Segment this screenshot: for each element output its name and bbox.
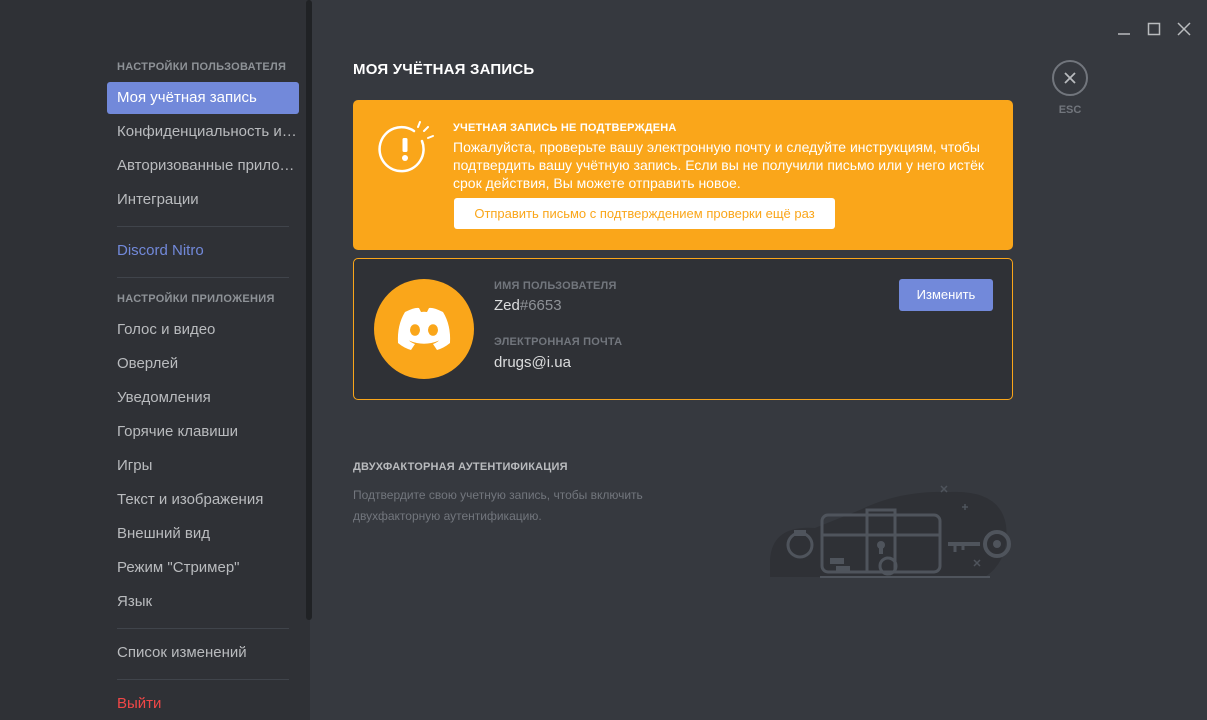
username-value: Zed#6653 xyxy=(494,297,562,314)
user-settings-header: НАСТРОЙКИ ПОЛЬЗОВАТЕЛЯ xyxy=(117,61,287,73)
avatar[interactable] xyxy=(374,279,474,379)
sidebar-item-changelog[interactable]: Список изменений xyxy=(107,637,299,669)
sidebar-item-keybinds[interactable]: Горячие клавиши xyxy=(107,416,299,448)
email-value: drugs@i.ua xyxy=(494,354,571,371)
sidebar-item-my-account[interactable]: Моя учётная запись xyxy=(107,82,299,114)
verification-warning: УЧЕТНАЯ ЗАПИСЬ НЕ ПОДТВЕРЖДЕНА Пожалуйст… xyxy=(353,100,1013,250)
close-icon xyxy=(1064,72,1076,84)
email-label: ЭЛЕКТРОННАЯ ПОЧТА xyxy=(494,336,623,348)
sidebar-item-overlay[interactable]: Оверлей xyxy=(107,348,299,380)
esc-label: ESC xyxy=(1058,104,1082,116)
treasure-chest-illustration xyxy=(770,485,1011,578)
page-title: МОЯ УЧЁТНАЯ ЗАПИСЬ xyxy=(353,61,535,78)
warning-text: Пожалуйста, проверьте вашу электронную п… xyxy=(453,139,985,191)
tfa-title: ДВУХФАКТОРНАЯ АУТЕНТИФИКАЦИЯ xyxy=(353,461,568,473)
sidebar-divider xyxy=(117,679,289,680)
sidebar-item-streamer-mode[interactable]: Режим "Стример" xyxy=(107,552,299,584)
tfa-description: Подтвердите свою учетную запись, чтобы в… xyxy=(353,488,643,523)
discord-logo-icon xyxy=(397,307,451,350)
sidebar-item-games[interactable]: Игры xyxy=(107,450,299,482)
sidebar-item-integrations[interactable]: Интеграции xyxy=(107,184,299,216)
sidebar-item-authorized-apps[interactable]: Авторизованные приложения xyxy=(107,150,299,182)
sidebar-divider xyxy=(117,226,289,227)
warning-icon xyxy=(378,121,434,173)
sidebar-scrollbar[interactable] xyxy=(306,0,312,620)
sidebar-item-nitro[interactable]: Discord Nitro xyxy=(107,235,299,267)
app-settings-header: НАСТРОЙКИ ПРИЛОЖЕНИЯ xyxy=(117,293,275,305)
edit-account-button[interactable]: Изменить xyxy=(899,279,993,311)
settings-sidebar: НАСТРОЙКИ ПОЛЬЗОВАТЕЛЯ Моя учётная запис… xyxy=(0,0,310,720)
sidebar-item-language[interactable]: Язык xyxy=(107,586,299,618)
account-card: ИМЯ ПОЛЬЗОВАТЕЛЯ Zed#6653 ЭЛЕКТРОННАЯ ПО… xyxy=(353,258,1013,400)
maximize-icon[interactable] xyxy=(1143,18,1165,40)
sidebar-divider xyxy=(117,277,289,278)
close-icon[interactable] xyxy=(1173,18,1195,40)
sidebar-divider xyxy=(117,628,289,629)
sidebar-item-voice-video[interactable]: Голос и видео xyxy=(107,314,299,346)
sidebar-item-notifications[interactable]: Уведомления xyxy=(107,382,299,414)
discriminator: #6653 xyxy=(519,297,562,314)
esc-close-button[interactable] xyxy=(1052,60,1088,96)
minimize-icon[interactable] xyxy=(1113,18,1135,40)
warning-title: УЧЕТНАЯ ЗАПИСЬ НЕ ПОДТВЕРЖДЕНА xyxy=(453,122,677,134)
sidebar-item-privacy[interactable]: Конфиденциальность и безопасность xyxy=(107,116,299,148)
username-label: ИМЯ ПОЛЬЗОВАТЕЛЯ xyxy=(494,280,617,292)
sidebar-item-logout[interactable]: Выйти xyxy=(107,688,299,720)
resend-verification-button[interactable]: Отправить письмо с подтверждением провер… xyxy=(454,198,835,229)
sidebar-item-appearance[interactable]: Внешний вид xyxy=(107,518,299,550)
username: Zed xyxy=(494,297,520,314)
sidebar-item-text-images[interactable]: Текст и изображения xyxy=(107,484,299,516)
